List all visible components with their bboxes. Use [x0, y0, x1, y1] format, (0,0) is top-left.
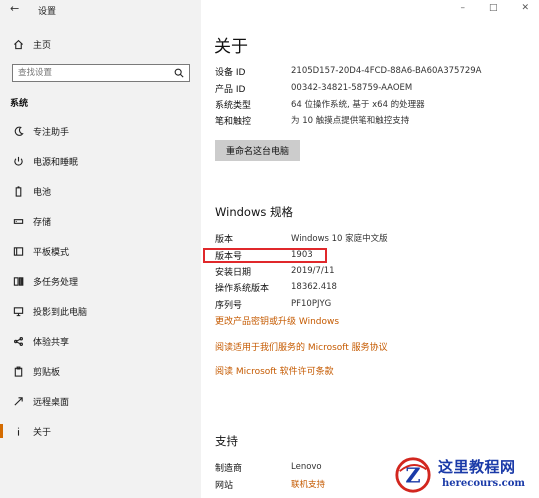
- spec-label: 序列号: [215, 300, 243, 311]
- window-controls: – □ ✕: [460, 3, 529, 13]
- spec-value: 2019/7/11: [291, 266, 335, 276]
- sidebar-item-label: 关于: [33, 427, 52, 438]
- spec-label: 操作系统版本: [215, 283, 270, 294]
- sidebar-item-label: 远程桌面: [33, 397, 70, 408]
- spec-value: 18362.418: [291, 282, 337, 292]
- search-input[interactable]: [13, 65, 163, 81]
- sidebar-item-label: 剪贴板: [33, 367, 61, 378]
- watermark-logo-icon: Z: [395, 457, 431, 493]
- sidebar-item-label: 电源和睡眠: [33, 157, 79, 168]
- sidebar-item-power-sleep[interactable]: 电源和睡眠: [0, 150, 201, 172]
- sidebar-section-title: 系统: [10, 99, 29, 109]
- spec-label: 系统类型: [215, 100, 252, 111]
- search-box[interactable]: [12, 64, 190, 82]
- spec-label: 版本: [215, 234, 234, 245]
- watermark: Z 这里教程网 herecours.com: [392, 454, 539, 498]
- support-heading: 支持: [215, 434, 238, 448]
- spec-label: 网站: [215, 480, 234, 491]
- sidebar-item-label: 主页: [33, 40, 52, 51]
- services-agreement-link[interactable]: 阅读适用于我们服务的 Microsoft 服务协议: [215, 340, 388, 353]
- sidebar-item-about[interactable]: 关于: [0, 420, 201, 442]
- sidebar-item-tablet-mode[interactable]: 平板模式: [0, 240, 201, 262]
- change-product-key-link[interactable]: 更改产品密钥或升级 Windows: [215, 314, 339, 327]
- page-title: 关于: [214, 37, 248, 57]
- power-icon: [10, 156, 26, 167]
- sidebar-item-label: 平板模式: [33, 247, 70, 258]
- sidebar-item-label: 体验共享: [33, 337, 70, 348]
- spec-value: Windows 10 家庭中文版: [291, 234, 388, 244]
- home-icon: [10, 39, 26, 50]
- spec-row-serial: 序列号 PF10PJYG: [215, 297, 535, 311]
- storage-icon: [10, 216, 26, 227]
- spec-row-edition: 版本 Windows 10 家庭中文版: [215, 231, 535, 245]
- watermark-title: 这里教程网: [438, 458, 516, 476]
- spec-label: 产品 ID: [215, 84, 246, 95]
- app-title: 设置: [38, 7, 57, 17]
- spec-label: 安装日期: [215, 267, 252, 278]
- multitask-icon: [10, 276, 26, 287]
- close-button[interactable]: ✕: [521, 3, 529, 13]
- sidebar: ← 设置 主页 系统 专注助手 电源和睡眠 电池 存储: [0, 0, 201, 498]
- clipboard-icon: [10, 366, 26, 377]
- spec-value: 为 10 触摸点提供笔和触控支持: [291, 116, 410, 126]
- spec-row-system-type: 系统类型 64 位操作系统, 基于 x64 的处理器: [215, 97, 535, 111]
- spec-row-device-id: 设备 ID 2105D157-20D4-4FCD-88A6-BA60A37572…: [215, 64, 535, 78]
- sidebar-item-label: 电池: [33, 187, 52, 198]
- sidebar-item-focus-assist[interactable]: 专注助手: [0, 120, 201, 142]
- search-icon[interactable]: [174, 68, 184, 78]
- license-terms-link[interactable]: 阅读 Microsoft 软件许可条款: [215, 364, 334, 377]
- sidebar-item-label: 存储: [33, 217, 52, 228]
- spec-value: 00342-34821-58759-AAOEM: [291, 83, 413, 93]
- battery-icon: [10, 185, 26, 197]
- tablet-icon: [10, 246, 26, 257]
- info-icon: [10, 426, 26, 437]
- sidebar-item-multitasking[interactable]: 多任务处理: [0, 270, 201, 292]
- active-indicator: [0, 424, 3, 438]
- moon-icon: [10, 126, 26, 137]
- spec-row-product-id: 产品 ID 00342-34821-58759-AAOEM: [215, 81, 535, 95]
- spec-row-pen-touch: 笔和触控 为 10 触摸点提供笔和触控支持: [215, 113, 535, 127]
- share-icon: [10, 336, 26, 347]
- rename-pc-button[interactable]: 重命名这台电脑: [215, 140, 300, 161]
- sidebar-item-storage[interactable]: 存储: [0, 210, 201, 232]
- spec-value: 64 位操作系统, 基于 x64 的处理器: [291, 100, 425, 110]
- remote-icon: [10, 396, 26, 407]
- sidebar-item-clipboard[interactable]: 剪贴板: [0, 360, 201, 382]
- sidebar-item-label: 多任务处理: [33, 277, 79, 288]
- minimize-button[interactable]: –: [460, 3, 465, 13]
- windows-specs-heading: Windows 规格: [215, 205, 293, 219]
- project-icon: [10, 306, 26, 317]
- sidebar-item-home[interactable]: 主页: [0, 33, 201, 55]
- spec-label: 设备 ID: [215, 67, 246, 78]
- sidebar-item-label: 投影到此电脑: [33, 307, 88, 318]
- sidebar-item-label: 专注助手: [33, 127, 70, 138]
- spec-row-install-date: 安装日期 2019/7/11: [215, 264, 535, 278]
- spec-value: 2105D157-20D4-4FCD-88A6-BA60A375729A: [291, 66, 482, 76]
- sidebar-item-battery[interactable]: 电池: [0, 180, 201, 202]
- sidebar-item-project-to-pc[interactable]: 投影到此电脑: [0, 300, 201, 322]
- back-arrow-icon[interactable]: ←: [10, 2, 19, 15]
- spec-label: 制造商: [215, 463, 243, 474]
- svg-text:Z: Z: [405, 463, 420, 488]
- sidebar-item-remote-desktop[interactable]: 远程桌面: [0, 390, 201, 412]
- maximize-button[interactable]: □: [489, 3, 498, 13]
- spec-value: Lenovo: [291, 462, 322, 472]
- spec-label: 笔和触控: [215, 116, 252, 127]
- spec-value: PF10PJYG: [291, 299, 332, 309]
- watermark-url: herecours.com: [442, 478, 526, 489]
- version-highlight-box: [203, 248, 327, 263]
- online-support-link[interactable]: 联机支持: [291, 478, 325, 490]
- sidebar-item-shared-experiences[interactable]: 体验共享: [0, 330, 201, 352]
- spec-row-os-build: 操作系统版本 18362.418: [215, 280, 535, 294]
